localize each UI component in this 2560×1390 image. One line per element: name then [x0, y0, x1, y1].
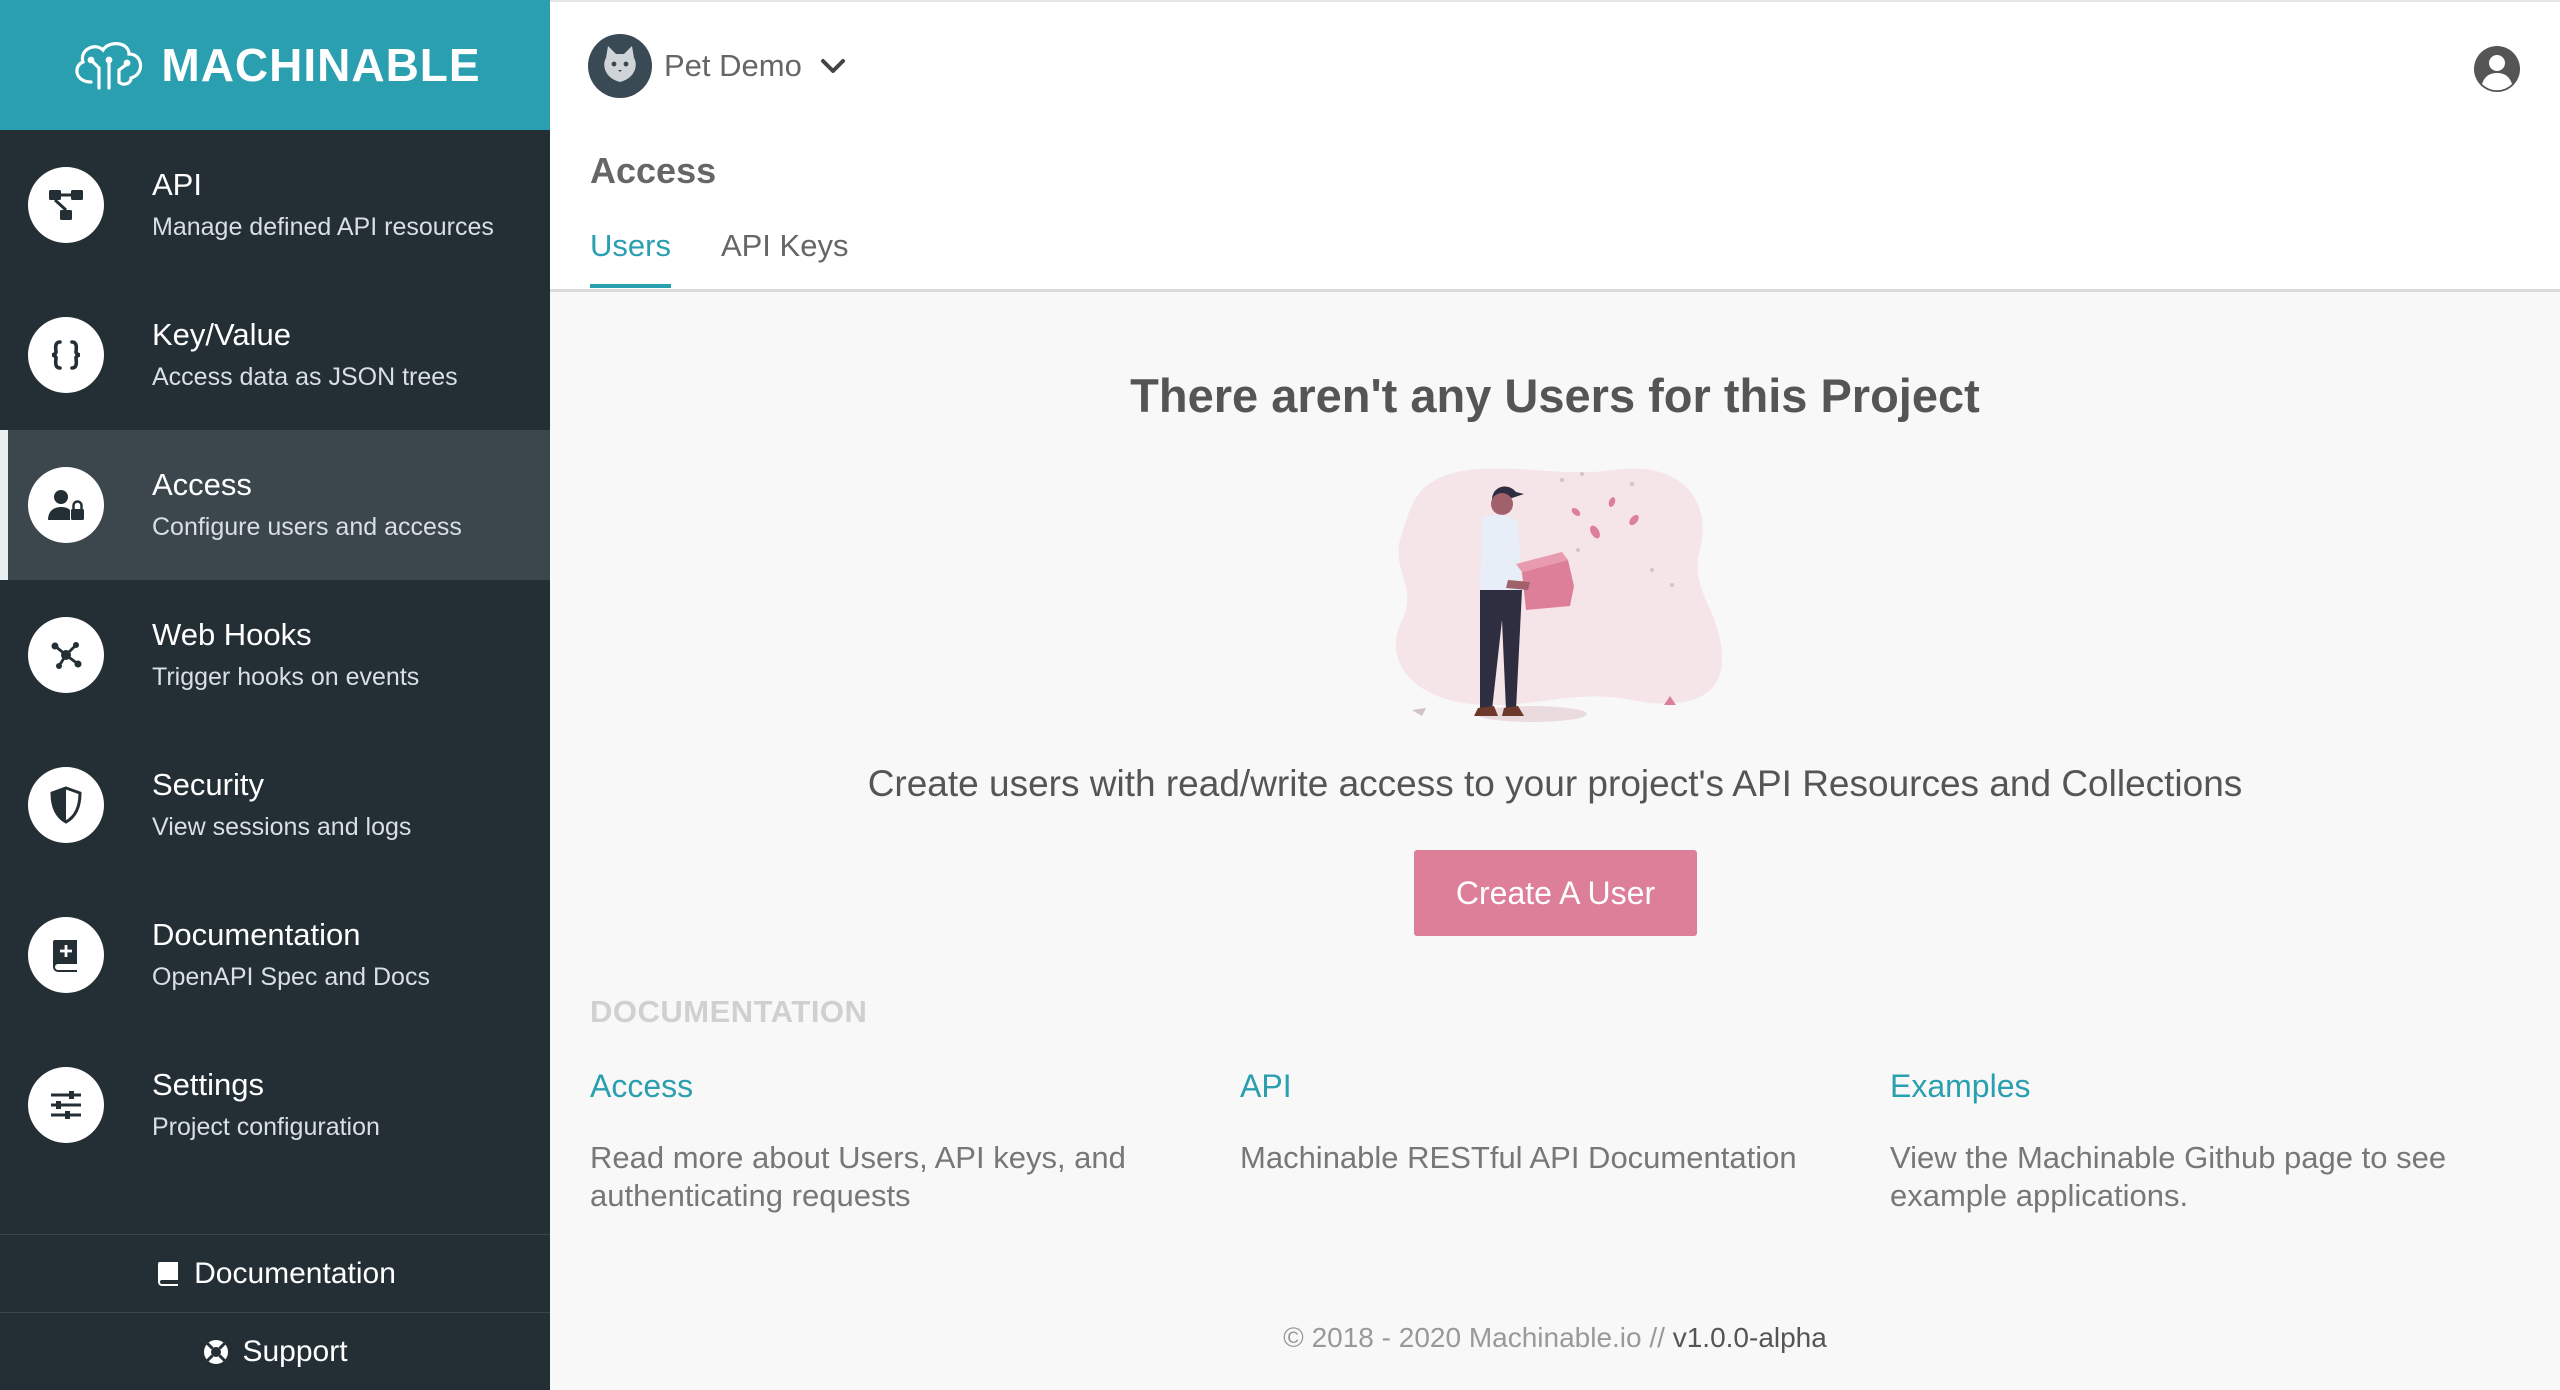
doc-description: View the Machinable Github page to see e…: [1890, 1140, 2447, 1213]
sidebar-item-settings[interactable]: Settings Project configuration: [0, 1030, 550, 1180]
book-icon: [158, 1261, 179, 1286]
project-selector[interactable]: Pet Demo: [588, 34, 848, 98]
sidebar-item-key-value[interactable]: Key/Value Access data as JSON trees: [0, 280, 550, 430]
sidebar-item-subtitle: Project configuration: [152, 1113, 380, 1141]
empty-state-description: Create users with read/write access to y…: [867, 763, 2243, 804]
project-name: Pet Demo: [664, 48, 802, 83]
page-title: Access: [590, 150, 717, 191]
tab-bar: Users API Keys: [590, 228, 848, 288]
sidebar-item-title: Documentation: [152, 917, 361, 952]
sidebar-item-access[interactable]: Access Configure users and access: [0, 430, 550, 580]
book-icon: [28, 917, 104, 993]
sidebar-item-title: API: [152, 167, 202, 202]
user-lock-icon: [28, 467, 104, 543]
sidebar-support-link[interactable]: Support: [0, 1312, 550, 1390]
sidebar-item-security[interactable]: Security View sessions and logs: [0, 730, 550, 880]
sidebar-item-title: Security: [152, 767, 264, 802]
project-avatar: [588, 34, 652, 98]
cat-icon: [604, 46, 636, 82]
brain-logo-icon: [75, 42, 143, 90]
empty-state-title: There aren't any Users for this Project: [1130, 369, 1980, 422]
braces-icon: [28, 317, 104, 393]
life-ring-icon: [204, 1339, 229, 1364]
webhook-icon: [28, 617, 104, 693]
tab-users[interactable]: Users: [590, 228, 671, 288]
version-text: v1.0.0-alpha: [1672, 1322, 1827, 1353]
sidebar: MACHINABLE API Manage defined API resour…: [0, 0, 550, 1390]
sidebar-documentation-label: Documentation: [194, 1256, 396, 1290]
sidebar-support-label: Support: [242, 1334, 348, 1368]
doc-link-access[interactable]: Access: [590, 1068, 693, 1105]
doc-card-examples: Examples View the Machinable Github page…: [1890, 1068, 2450, 1215]
shield-icon: [28, 767, 104, 843]
tab-api-keys[interactable]: API Keys: [721, 228, 849, 288]
brand-name: MACHINABLE: [161, 39, 481, 91]
doc-card-access: Access Read more about Users, API keys, …: [590, 1068, 1150, 1215]
page-header: Pet Demo Access Users API Keys: [550, 0, 2560, 292]
sidebar-item-subtitle: Configure users and access: [152, 513, 462, 541]
chevron-down-icon: [820, 59, 845, 73]
sidebar-item-documentation[interactable]: Documentation OpenAPI Spec and Docs: [0, 880, 550, 1030]
sidebar-item-subtitle: Manage defined API resources: [152, 213, 494, 241]
sidebar-item-title: Access: [152, 467, 252, 502]
api-icon: [28, 167, 104, 243]
doc-description: Read more about Users, API keys, and aut…: [590, 1140, 1126, 1213]
doc-link-examples[interactable]: Examples: [1890, 1068, 2031, 1105]
sidebar-item-web-hooks[interactable]: Web Hooks Trigger hooks on events: [0, 580, 550, 730]
doc-card-api: API Machinable RESTful API Documentation: [1240, 1068, 1800, 1177]
sidebar-nav: API Manage defined API resources Key/Val…: [0, 130, 550, 1180]
sidebar-documentation-link[interactable]: Documentation: [0, 1234, 550, 1312]
doc-link-api[interactable]: API: [1240, 1068, 1292, 1105]
main-content: Pet Demo Access Users API Keys There are…: [550, 0, 2560, 1390]
sidebar-item-title: Web Hooks: [152, 617, 312, 652]
sidebar-item-subtitle: OpenAPI Spec and Docs: [152, 963, 430, 991]
copyright-text: © 2018 - 2020 Machinable.io //: [1283, 1322, 1673, 1353]
brand-header[interactable]: MACHINABLE: [0, 0, 550, 130]
sidebar-item-subtitle: Access data as JSON trees: [152, 363, 458, 391]
sidebar-item-api[interactable]: API Manage defined API resources: [0, 130, 550, 280]
create-user-button[interactable]: Create A User: [1414, 850, 1697, 936]
sidebar-item-subtitle: View sessions and logs: [152, 813, 412, 841]
documentation-section-title: DOCUMENTATION: [590, 994, 868, 1029]
sidebar-item-title: Key/Value: [152, 317, 292, 352]
empty-box-illustration: [1395, 468, 1722, 722]
user-account-icon[interactable]: [2472, 44, 2522, 94]
sidebar-item-title: Settings: [152, 1067, 265, 1102]
sidebar-item-subtitle: Trigger hooks on events: [152, 663, 420, 691]
page-footer: © 2018 - 2020 Machinable.io // v1.0.0-al…: [550, 1322, 2560, 1354]
doc-description: Machinable RESTful API Documentation: [1240, 1140, 1797, 1175]
sliders-icon: [28, 1067, 104, 1143]
